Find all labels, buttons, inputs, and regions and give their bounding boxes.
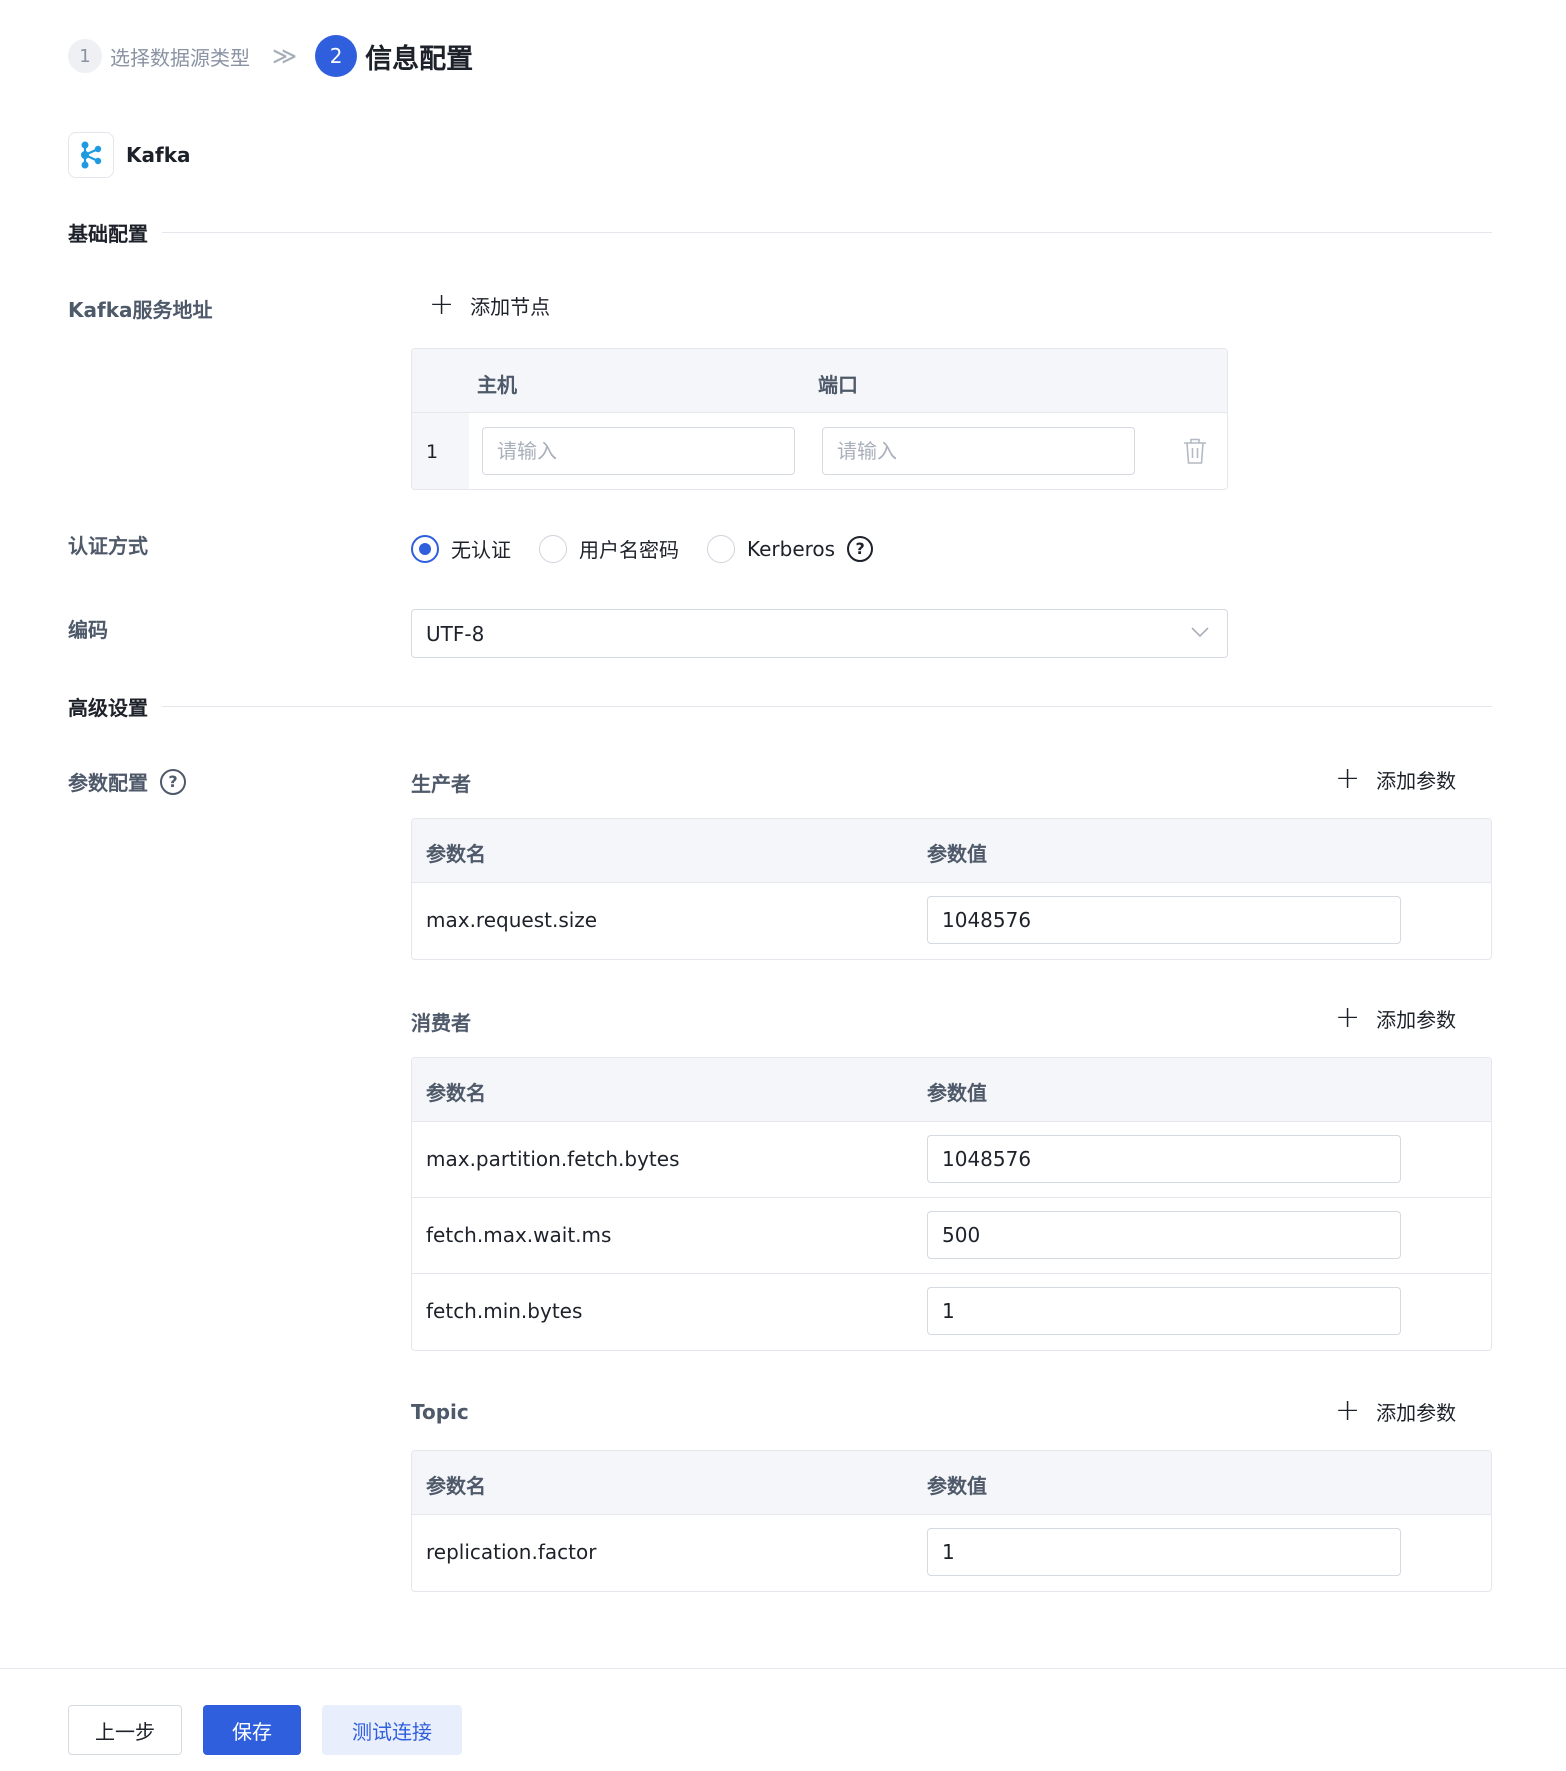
param-table-header: 参数名 参数值: [412, 819, 1491, 883]
col-param-value: 参数值: [927, 842, 987, 866]
param-name: fetch.min.bytes: [426, 1299, 583, 1323]
col-param-name: 参数名: [426, 842, 486, 866]
encoding-label: 编码: [68, 618, 108, 642]
section-title: 基础配置: [68, 222, 148, 246]
double-chevron-right-icon: ≫: [272, 42, 297, 70]
encoding-select[interactable]: UTF-8: [411, 609, 1228, 658]
plus-icon: +: [1335, 1393, 1361, 1428]
param-config-label: 参数配置 ?: [68, 767, 186, 796]
plus-icon: +: [429, 287, 455, 322]
row-index: 1: [412, 413, 469, 489]
trash-icon[interactable]: [1183, 437, 1207, 465]
step-label: 信息配置: [365, 43, 474, 75]
plus-icon: +: [1335, 761, 1361, 796]
topic-param-table: 参数名 参数值 replication.factor 1: [411, 1450, 1492, 1592]
radio-dot: [411, 534, 439, 563]
col-param-name: 参数名: [426, 1081, 486, 1105]
save-button[interactable]: 保存: [203, 1705, 301, 1755]
radio-no-auth[interactable]: 无认证: [411, 534, 511, 563]
add-node-label: 添加节点: [470, 294, 551, 319]
table-row: fetch.max.wait.ms 500: [412, 1198, 1491, 1274]
host-table-header: 主机 端口: [412, 349, 1227, 413]
port-input[interactable]: [822, 427, 1135, 475]
col-param-name: 参数名: [426, 1474, 486, 1498]
plus-icon: +: [1335, 1000, 1361, 1035]
add-consumer-param-button[interactable]: + 添加参数: [1335, 1003, 1456, 1033]
add-param-label: 添加参数: [1376, 1400, 1457, 1425]
col-host: 主机: [477, 373, 517, 397]
radio-label: 无认证: [451, 538, 511, 562]
step-select-type[interactable]: 1 选择数据源类型: [68, 39, 250, 73]
add-param-label: 添加参数: [1376, 768, 1457, 793]
radio-label: 用户名密码: [579, 538, 679, 562]
param-name: max.partition.fetch.bytes: [426, 1147, 680, 1171]
param-name: max.request.size: [426, 908, 598, 932]
advanced-settings-section: 高级设置: [68, 692, 1492, 721]
prev-step-button[interactable]: 上一步: [68, 1705, 182, 1755]
encoding-value: UTF-8: [426, 621, 485, 646]
table-row: fetch.min.bytes 1: [412, 1274, 1491, 1350]
param-value-input[interactable]: 500: [927, 1211, 1401, 1259]
add-topic-param-button[interactable]: + 添加参数: [1335, 1396, 1456, 1426]
radio-dot: [707, 534, 735, 563]
add-param-label: 添加参数: [1376, 1007, 1457, 1032]
param-value-input[interactable]: 1048576: [927, 1135, 1401, 1183]
question-circle-icon[interactable]: ?: [847, 535, 874, 562]
producer-title: 生产者: [411, 772, 471, 796]
consumer-title: 消费者: [411, 1011, 471, 1035]
consumer-param-table: 参数名 参数值 max.partition.fetch.bytes 104857…: [411, 1057, 1492, 1351]
kafka-server-label: Kafka服务地址: [68, 298, 213, 322]
auth-radio-group: 无认证 用户名密码 Kerberos ?: [411, 534, 874, 563]
kafka-logo-icon: [68, 132, 114, 178]
table-row: max.request.size 1048576: [412, 883, 1491, 959]
radio-kerberos[interactable]: Kerberos: [707, 534, 836, 563]
divider: [162, 706, 1492, 707]
radio-username-password[interactable]: 用户名密码: [539, 534, 679, 563]
col-param-value: 参数值: [927, 1474, 987, 1498]
table-row: 1: [412, 413, 1227, 489]
add-node-button[interactable]: + 添加节点: [429, 290, 550, 320]
step-info-config: 2 信息配置: [315, 35, 473, 77]
param-name: replication.factor: [426, 1540, 597, 1564]
col-param-value: 参数值: [927, 1081, 987, 1105]
param-value-input[interactable]: 1: [927, 1528, 1401, 1576]
topic-title: Topic: [411, 1400, 469, 1424]
basic-config-section: 基础配置: [68, 218, 1492, 247]
col-port: 端口: [818, 373, 858, 397]
producer-param-table: 参数名 参数值 max.request.size 1048576: [411, 818, 1492, 960]
auth-label: 认证方式: [68, 534, 148, 558]
step-number: 1: [68, 39, 102, 73]
steps-bar: 1 选择数据源类型 ≫ 2 信息配置: [68, 35, 473, 77]
test-connection-button[interactable]: 测试连接: [322, 1705, 462, 1755]
radio-label: Kerberos: [747, 536, 836, 561]
param-config-text: 参数配置: [68, 771, 148, 795]
param-table-header: 参数名 参数值: [412, 1451, 1491, 1515]
add-producer-param-button[interactable]: + 添加参数: [1335, 764, 1456, 794]
step-label: 选择数据源类型: [110, 45, 250, 70]
chevron-down-icon: [1191, 627, 1209, 638]
footer-bar: 上一步 保存 测试连接: [0, 1668, 1566, 1771]
param-value-input[interactable]: 1: [927, 1287, 1401, 1335]
param-value-input[interactable]: 1048576: [927, 896, 1401, 944]
datasource-header: Kafka: [68, 132, 191, 178]
param-name: fetch.max.wait.ms: [426, 1223, 612, 1247]
step-number: 2: [315, 35, 358, 77]
host-table: 主机 端口 1: [411, 348, 1228, 490]
question-circle-icon[interactable]: ?: [160, 768, 186, 795]
datasource-name: Kafka: [126, 143, 191, 167]
host-input[interactable]: [482, 427, 795, 475]
table-row: replication.factor 1: [412, 1515, 1491, 1591]
radio-dot: [539, 534, 567, 563]
table-row: max.partition.fetch.bytes 1048576: [412, 1122, 1491, 1198]
section-title: 高级设置: [68, 696, 148, 720]
divider: [162, 232, 1492, 233]
param-table-header: 参数名 参数值: [412, 1058, 1491, 1122]
